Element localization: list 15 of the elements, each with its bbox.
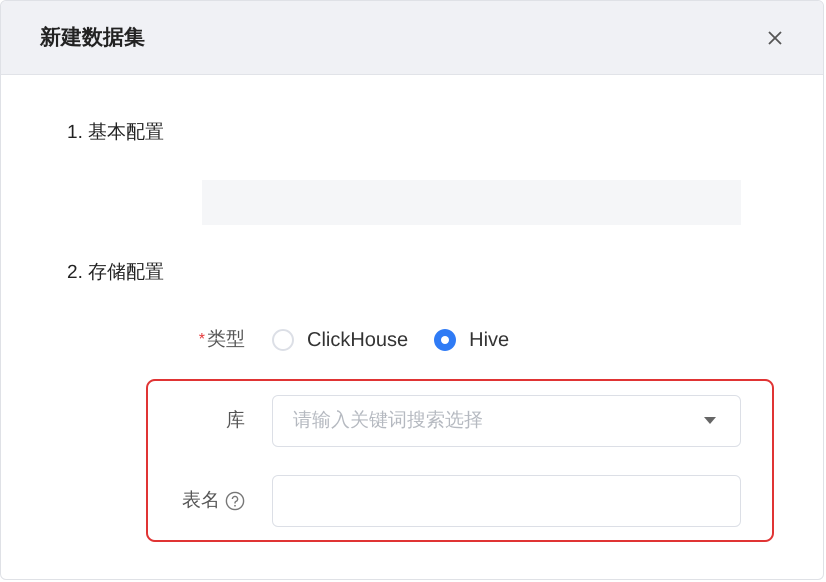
dropdown-caret-icon[interactable] bbox=[704, 417, 716, 425]
radio-button[interactable] bbox=[272, 329, 294, 351]
radio-label[interactable]: Hive bbox=[469, 325, 510, 355]
field-label: 表名 bbox=[182, 488, 220, 513]
input-field[interactable] bbox=[272, 475, 741, 527]
help-icon[interactable] bbox=[225, 491, 245, 511]
radio-label[interactable]: ClickHouse bbox=[307, 325, 408, 355]
field-label: 库 bbox=[226, 408, 245, 433]
field-label: 类型 bbox=[207, 328, 245, 352]
section-title: 2. 存储配置 bbox=[67, 260, 166, 284]
required-mark: * bbox=[198, 330, 205, 350]
close-icon[interactable] bbox=[767, 30, 783, 46]
section-title: 1. 基本配置 bbox=[67, 121, 166, 145]
radio-button[interactable] bbox=[434, 329, 456, 351]
dialog-title: 新建数据集 bbox=[40, 24, 145, 51]
